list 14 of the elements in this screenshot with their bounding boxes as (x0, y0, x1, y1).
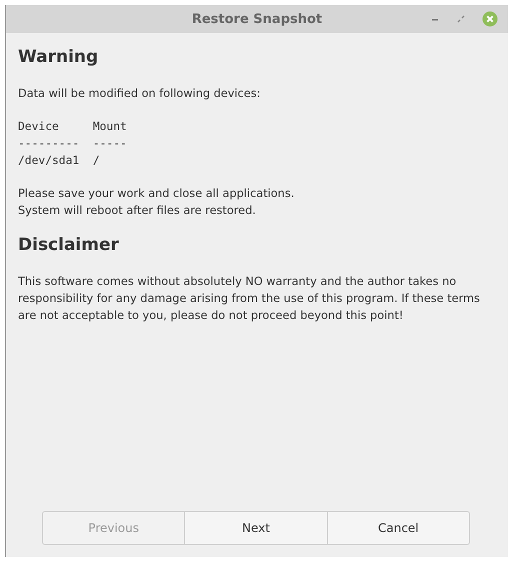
body-text: This software comes without absolutely NO warranty and the author takes no responsibility for any damage arising from the use of this program. If these terms are not acceptable to you, please do not proceed beyond this point! (18, 274, 481, 324)
close-icon[interactable] (482, 11, 498, 27)
device-table-line: Device Mount (18, 119, 128, 135)
body-text: Please save your work and close all applications. (18, 186, 296, 202)
dialog-button[interactable]: Next (185, 511, 328, 545)
dialog-button[interactable]: Cancel (328, 511, 470, 545)
maximize-icon[interactable] (456, 14, 466, 24)
body-text: Data will be modified on following devices: (18, 86, 262, 102)
section-heading: Warning (18, 47, 100, 67)
device-table-line: /dev/sda1 / (18, 153, 101, 169)
section-heading: Disclaimer (18, 235, 120, 255)
window-title: Restore Snapshot (192, 12, 322, 26)
body-text: System will reboot after files are restored. (18, 203, 257, 219)
device-table-line: --------- ----- (18, 136, 128, 152)
